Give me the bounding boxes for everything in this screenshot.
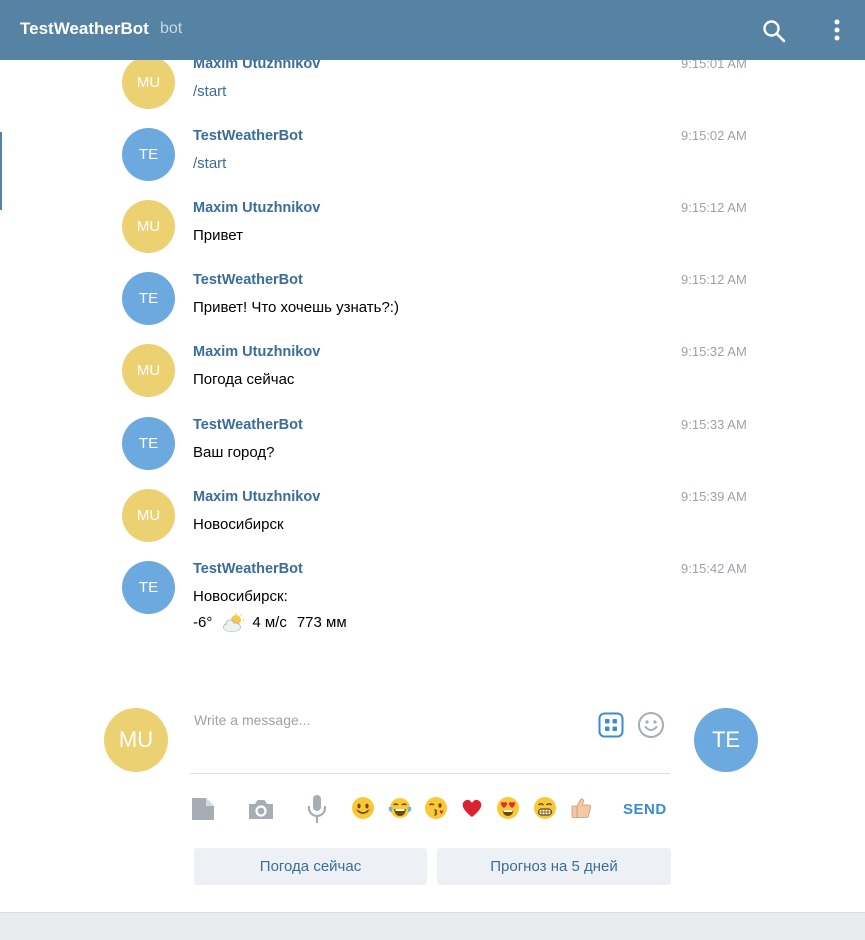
message-text: Новосибирск — [193, 516, 284, 533]
message-item[interactable]: MU Maxim Utuzhnikov 9:15:39 AM Новосибир… — [122, 489, 762, 555]
message-item[interactable]: TE TestWeatherBot 9:15:42 AM Новосибирск… — [122, 561, 762, 651]
message-time: 9:15:02 AM — [681, 128, 747, 143]
message-text: Привет — [193, 227, 244, 244]
avatar[interactable]: MU — [122, 200, 175, 253]
message-time: 9:15:42 AM — [681, 561, 747, 576]
heart-eyes-icon[interactable] — [496, 796, 520, 820]
message-input[interactable] — [190, 708, 580, 732]
bot-badge: bot — [160, 20, 183, 37]
message-time: 9:15:12 AM — [681, 200, 747, 215]
microphone-icon[interactable] — [306, 794, 328, 824]
message-item[interactable]: TE TestWeatherBot 9:15:02 AM /start — [122, 128, 762, 194]
message-author[interactable]: TestWeatherBot — [193, 128, 303, 144]
vertical-dots-icon[interactable] — [828, 17, 846, 43]
message-text: Ваш город? — [193, 444, 275, 461]
message-author[interactable]: Maxim Utuzhnikov — [193, 489, 320, 505]
message-time: 9:15:01 AM — [681, 60, 747, 71]
weather-wind: 4 м/с — [252, 614, 287, 631]
message-history[interactable]: MU Maxim Utuzhnikov 9:15:01 AM /start TE… — [0, 60, 865, 680]
bot-keyboard-icon[interactable] — [598, 712, 624, 738]
thumbs-up-icon[interactable] — [569, 796, 593, 820]
footer-bar — [0, 912, 865, 940]
message-author[interactable]: Maxim Utuzhnikov — [193, 60, 320, 72]
message-item[interactable]: MU Maxim Utuzhnikov 9:15:01 AM /start — [122, 60, 762, 122]
avatar[interactable]: TE — [122, 561, 175, 614]
smiling-face-icon[interactable] — [351, 796, 375, 820]
weather-temperature: -6° — [193, 614, 213, 631]
send-button[interactable]: SEND — [623, 801, 667, 818]
message-author[interactable]: TestWeatherBot — [193, 417, 303, 433]
message-item[interactable]: TE TestWeatherBot 9:15:33 AM Ваш город? — [122, 417, 762, 483]
emoji-smile-icon[interactable] — [637, 711, 665, 739]
message-input-area[interactable] — [190, 704, 670, 774]
avatar[interactable]: MU — [122, 60, 175, 109]
camera-icon[interactable] — [247, 796, 275, 822]
message-item[interactable]: TE TestWeatherBot 9:15:12 AM Привет! Что… — [122, 272, 762, 338]
avatar[interactable]: TE — [122, 417, 175, 470]
attach-file-icon[interactable] — [190, 796, 216, 822]
message-time: 9:15:12 AM — [681, 272, 747, 287]
weather-line: -6° 4 м/с 773 мм — [193, 613, 347, 633]
message-text: Новосибирск: — [193, 588, 288, 605]
avatar[interactable]: TE — [122, 128, 175, 181]
message-text: Привет! Что хочешь узнать?:) — [193, 299, 399, 316]
message-author[interactable]: TestWeatherBot — [193, 561, 303, 577]
message-time: 9:15:39 AM — [681, 489, 747, 504]
message-text[interactable]: /start — [193, 82, 226, 102]
message-time: 9:15:33 AM — [681, 417, 747, 432]
chat-header: TestWeatherBot bot — [0, 0, 865, 60]
search-icon[interactable] — [762, 19, 786, 43]
bot-keyboard-button[interactable]: Погода сейчас — [194, 848, 427, 885]
compose-toolbar: SEND — [190, 792, 670, 826]
message-item[interactable]: MU Maxim Utuzhnikov 9:15:12 AM Привет — [122, 200, 762, 266]
avatar[interactable]: TE — [122, 272, 175, 325]
red-heart-icon[interactable] — [460, 796, 484, 820]
message-text: Погода сейчас — [193, 371, 295, 388]
message-author[interactable]: Maxim Utuzhnikov — [193, 200, 320, 216]
tears-of-joy-icon[interactable] — [388, 796, 412, 820]
grinning-icon[interactable] — [533, 796, 557, 820]
message-item[interactable]: MU Maxim Utuzhnikov 9:15:32 AM Погода се… — [122, 344, 762, 410]
avatar[interactable]: MU — [122, 344, 175, 397]
self-avatar[interactable]: MU — [104, 708, 168, 772]
avatar[interactable]: MU — [122, 489, 175, 542]
message-time: 9:15:32 AM — [681, 344, 747, 359]
peer-avatar[interactable]: TE — [694, 708, 758, 772]
kissing-wink-icon[interactable] — [424, 796, 448, 820]
chat-title[interactable]: TestWeatherBot — [20, 19, 149, 39]
message-text[interactable]: /start — [193, 154, 226, 174]
bot-keyboard-button[interactable]: Прогноз на 5 дней — [437, 848, 671, 885]
message-author[interactable]: Maxim Utuzhnikov — [193, 344, 320, 360]
sun-behind-cloud-icon — [223, 613, 245, 632]
weather-pressure: 773 мм — [296, 614, 347, 631]
message-author[interactable]: TestWeatherBot — [193, 272, 303, 288]
